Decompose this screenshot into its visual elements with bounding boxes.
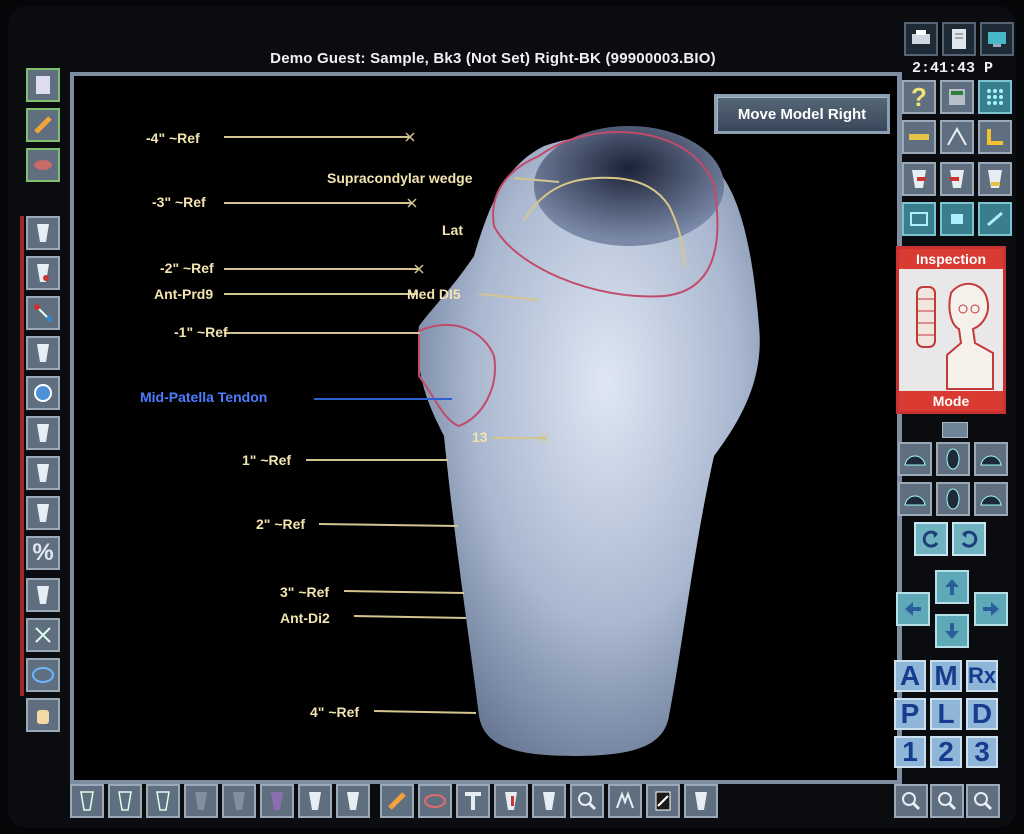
letter-rx-button[interactable]: Rx [966, 660, 998, 692]
ref-label-minus-4: -4" ~Ref [146, 130, 200, 146]
socket-view-3-icon[interactable] [26, 336, 60, 370]
angle-icon[interactable] [940, 120, 974, 154]
view-side-bottom-icon[interactable] [936, 482, 970, 516]
socket-view-1-icon[interactable] [26, 216, 60, 250]
number-1-button[interactable]: 1 [894, 736, 926, 768]
measure-icon[interactable] [26, 296, 60, 330]
socket-tool-2-icon[interactable] [532, 784, 566, 818]
zoom-icon[interactable] [930, 784, 964, 818]
zoom-in-icon[interactable] [966, 784, 1000, 818]
inspect-tool-icon[interactable] [570, 784, 604, 818]
socket-tool-3-icon[interactable] [684, 784, 718, 818]
socket-tool-1-icon[interactable] [494, 784, 528, 818]
help-icon[interactable]: ? [902, 80, 936, 114]
socket-adjust-1-icon[interactable] [902, 162, 936, 196]
letter-a-button[interactable]: A [894, 660, 926, 692]
socket-view-2-icon[interactable] [26, 256, 60, 290]
view-side-top-icon[interactable] [936, 442, 970, 476]
computer-icon[interactable] [980, 22, 1014, 56]
inspection-mode-panel[interactable]: Inspection Mode [896, 246, 1006, 414]
document-icon[interactable] [942, 22, 976, 56]
number-2-button[interactable]: 2 [930, 736, 962, 768]
number-3-button[interactable]: 3 [966, 736, 998, 768]
view-back-bottom-icon[interactable] [974, 482, 1008, 516]
ref-label-minus-2: -2" ~Ref [160, 260, 214, 276]
ref-label-minus-1: -1" ~Ref [174, 324, 228, 340]
letter-d-button[interactable]: D [966, 698, 998, 730]
hand-icon[interactable] [26, 698, 60, 732]
lat-label: Lat [442, 222, 463, 238]
arrow-down-icon[interactable] [935, 614, 969, 648]
ref-label-4: 4" ~Ref [310, 704, 360, 720]
print-icon[interactable] [904, 22, 938, 56]
cross-section-1-icon[interactable] [70, 784, 104, 818]
socket-view-7-icon[interactable] [26, 578, 60, 612]
inspection-title: Inspection [899, 249, 1003, 269]
calculator-icon[interactable] [940, 80, 974, 114]
socket-view-5-icon[interactable] [26, 456, 60, 490]
open-file-icon[interactable] [26, 68, 60, 102]
ant-prd-label: Ant-Prd9 [154, 286, 214, 302]
model-viewport[interactable]: -4" ~Ref Supracondylar wedge -3" ~Ref La… [70, 72, 902, 784]
transform-icon[interactable] [26, 618, 60, 652]
cross-section-6-icon[interactable] [260, 784, 294, 818]
view-front-bottom-icon[interactable] [898, 482, 932, 516]
smooth-tool-icon[interactable] [608, 784, 642, 818]
view-back-top-icon[interactable] [974, 442, 1008, 476]
ruler-icon[interactable] [902, 120, 936, 154]
pencil-icon[interactable] [26, 108, 60, 142]
screen: Demo Guest: Sample, Bk3 (Not Set) Right-… [8, 6, 1016, 828]
socket-view-4-icon[interactable] [26, 416, 60, 450]
ref-label-2: 2" ~Ref [256, 516, 306, 532]
clock: 2:41:43 P [912, 60, 994, 77]
left-toolbar-accent [20, 216, 24, 696]
rotate-ccw-icon[interactable] [914, 522, 948, 556]
cross-section-5-icon[interactable] [222, 784, 256, 818]
scale-icon[interactable] [902, 202, 936, 236]
med-di-label: Med DI5 [407, 286, 461, 302]
socket-adjust-2-icon[interactable] [940, 162, 974, 196]
grid-icon[interactable] [978, 80, 1012, 114]
trim-tool-icon[interactable] [456, 784, 490, 818]
zoom-out-icon[interactable] [894, 784, 928, 818]
arrow-right-icon[interactable] [974, 592, 1008, 626]
cross-section-8-icon[interactable] [336, 784, 370, 818]
ant-di-label: Ant-Di2 [280, 610, 330, 626]
view-tab[interactable] [942, 422, 968, 438]
inspection-mode-label: Mode [899, 391, 1003, 411]
cross-section-7-icon[interactable] [298, 784, 332, 818]
view-front-top-icon[interactable] [898, 442, 932, 476]
ellipse-tool-icon[interactable] [418, 784, 452, 818]
socket-adjust-3-icon[interactable] [978, 162, 1012, 196]
arrow-left-icon[interactable] [896, 592, 930, 626]
mid-patella-tendon-label: Mid-Patella Tendon [140, 389, 268, 405]
supracondylar-wedge-label: Supracondylar wedge [327, 170, 473, 186]
arrow-up-icon[interactable] [935, 570, 969, 604]
square-icon[interactable] [978, 120, 1012, 154]
value-13-label: 13 [472, 429, 488, 445]
ref-label-1: 1" ~Ref [242, 452, 292, 468]
socket-view-6-icon[interactable] [26, 496, 60, 530]
cross-section-2-icon[interactable] [108, 784, 142, 818]
letter-m-button[interactable]: M [930, 660, 962, 692]
percent-icon[interactable]: % [26, 536, 60, 570]
rotate-cw-icon[interactable] [952, 522, 986, 556]
inspector-figure-icon [916, 283, 994, 390]
ellipse-icon[interactable] [26, 658, 60, 692]
draw-tool-icon[interactable] [380, 784, 414, 818]
fit-icon[interactable] [940, 202, 974, 236]
ref-label-3: 3" ~Ref [280, 584, 330, 600]
ref-label-minus-3: -3" ~Ref [152, 194, 206, 210]
rotate-view-icon[interactable] [978, 202, 1012, 236]
cross-section-4-icon[interactable] [184, 784, 218, 818]
eraser-icon[interactable] [26, 148, 60, 182]
shape-icon[interactable] [26, 376, 60, 410]
move-model-right-button[interactable]: Move Model Right [714, 94, 890, 134]
letter-l-button[interactable]: L [930, 698, 962, 730]
cross-section-3-icon[interactable] [146, 784, 180, 818]
letter-p-button[interactable]: P [894, 698, 926, 730]
window-title: Demo Guest: Sample, Bk3 (Not Set) Right-… [270, 50, 716, 67]
clipboard-tool-icon[interactable] [646, 784, 680, 818]
